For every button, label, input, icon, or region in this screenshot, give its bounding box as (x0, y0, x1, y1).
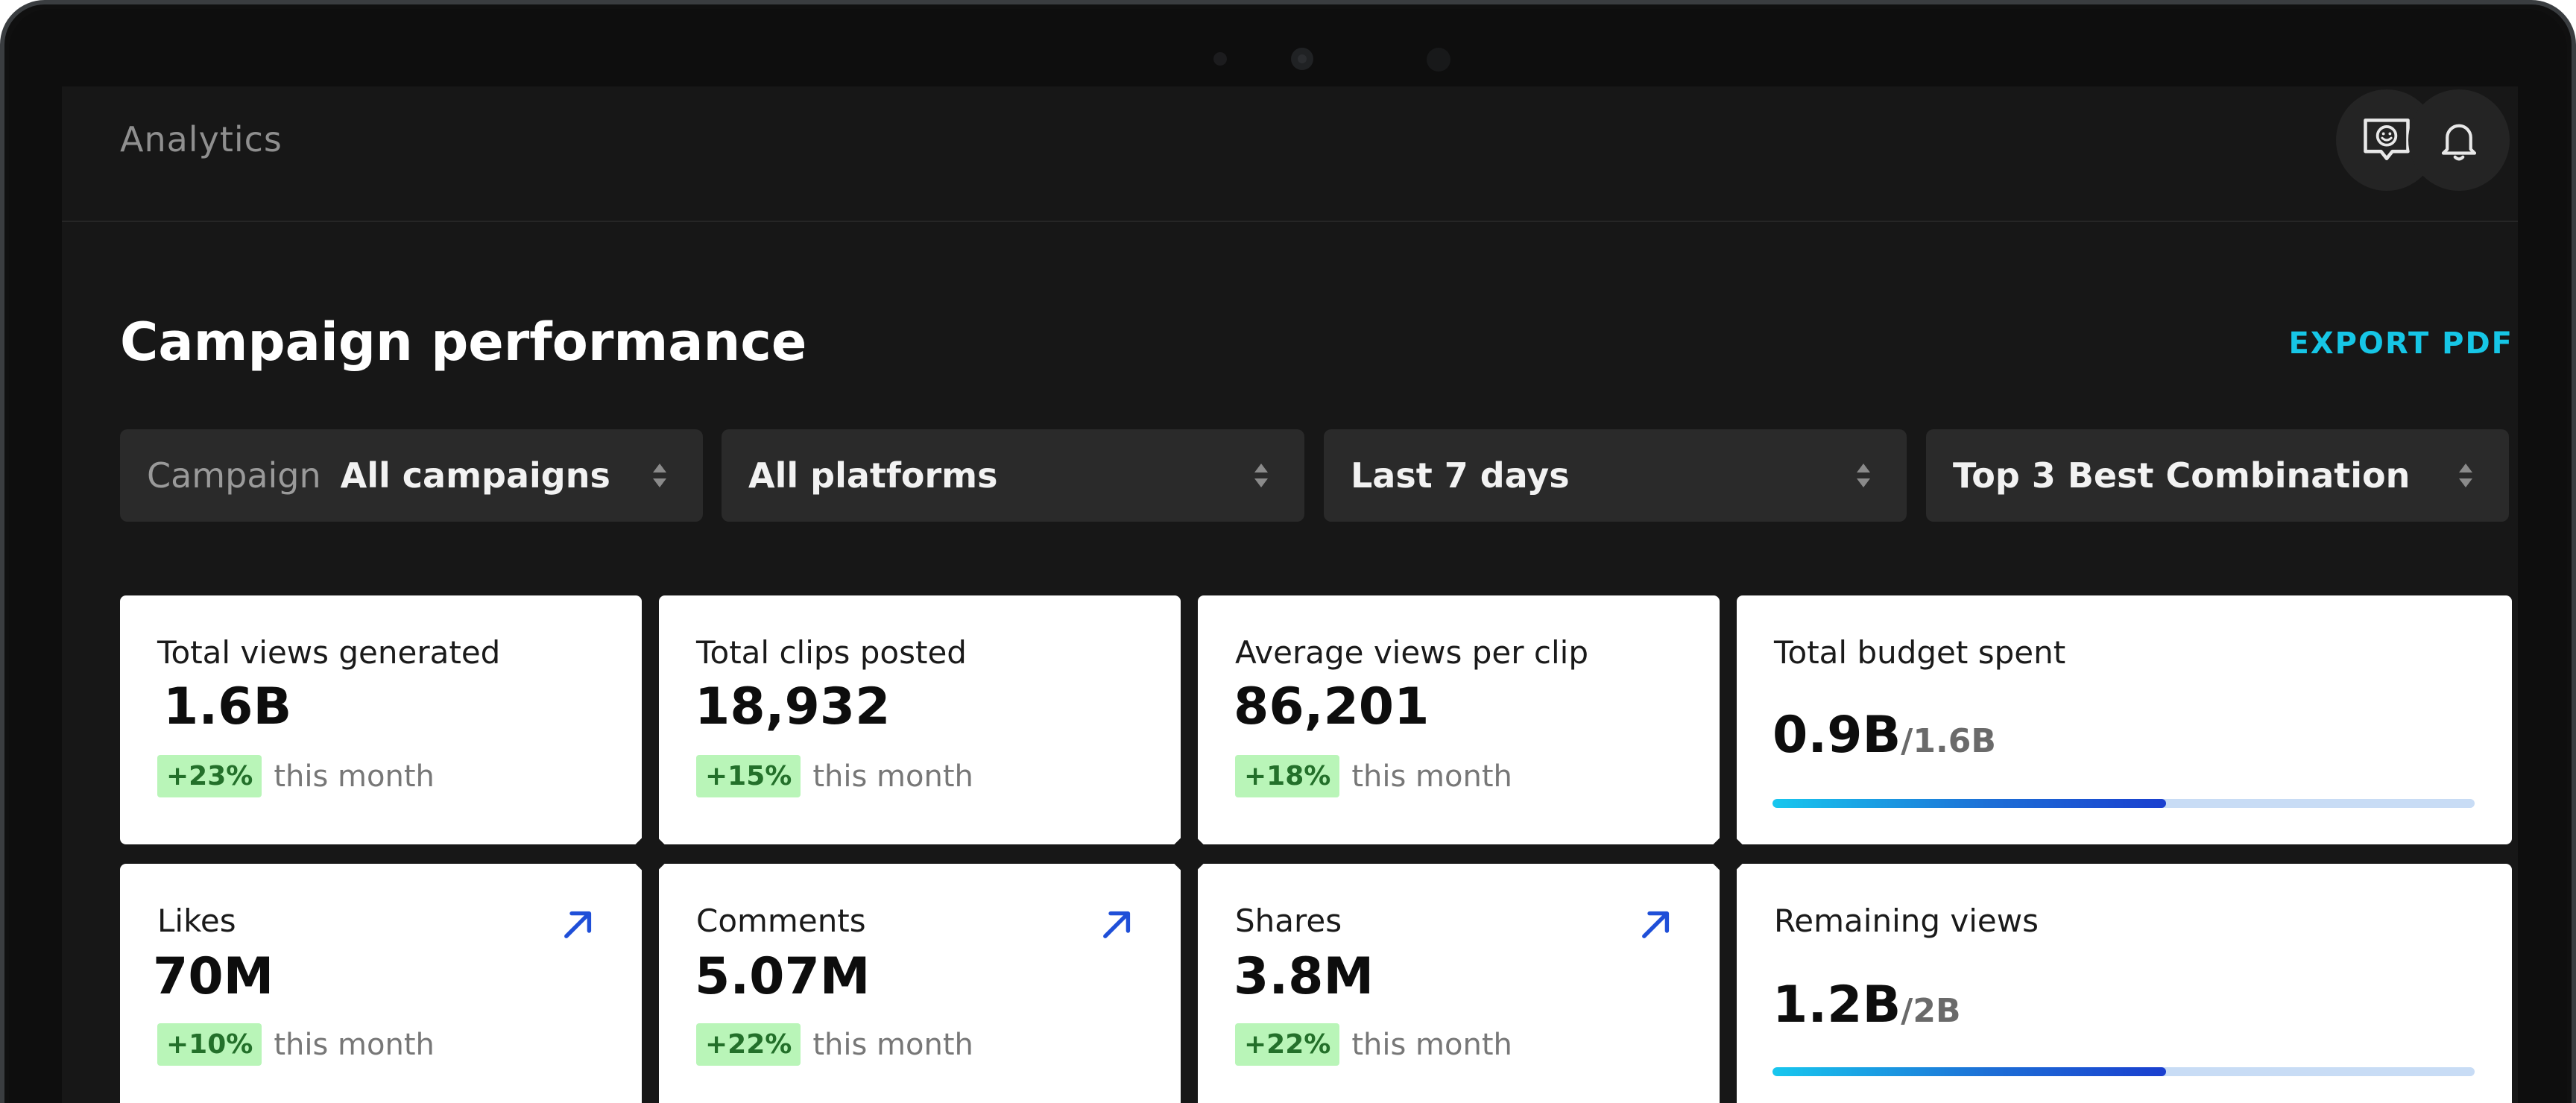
metric-label: Comments (696, 903, 866, 939)
metric-card-shares[interactable]: Shares 3.8M +22% this month (1198, 864, 1720, 1103)
top-bar: Analytics (62, 86, 2518, 222)
arrow-up-right-icon[interactable] (558, 904, 599, 944)
select-stepper-icon (1254, 464, 1268, 487)
sensor-dot (1213, 52, 1227, 66)
metric-value: 86,201 (1234, 677, 1430, 736)
remaining-value-group: 1.2B/2B (1772, 976, 1961, 1034)
combination-filter-select[interactable]: Top 3 Best Combination (1926, 429, 2509, 522)
metric-card-likes[interactable]: Likes 70M +10% this month (120, 864, 642, 1103)
metric-delta: +15% this month (696, 755, 973, 797)
camera-lens (1291, 48, 1313, 70)
arrow-up-right-icon[interactable] (1636, 904, 1676, 944)
metric-label: Total clips posted (696, 634, 967, 671)
campaign-filter-select[interactable]: Campaign All campaigns (120, 429, 703, 522)
delta-period: this month (1351, 759, 1512, 794)
budget-progress-fill (1772, 799, 2166, 808)
metric-card-total-views: Total views generated 1.6B +23% this mon… (120, 595, 642, 844)
delta-period: this month (812, 1027, 973, 1062)
metric-card-comments[interactable]: Comments 5.07M +22% this month (659, 864, 1181, 1103)
metric-card-avg-views: Average views per clip 86,201 +18% this … (1198, 595, 1720, 844)
metric-delta: +22% this month (1235, 1023, 1512, 1066)
select-stepper-icon (1857, 464, 1870, 487)
app-screen: Analytics Campaign performance EXPORT PD… (62, 86, 2518, 1103)
delta-badge: +22% (696, 1023, 801, 1066)
metric-card-total-clips: Total clips posted 18,932 +15% this mont… (659, 595, 1181, 844)
delta-badge: +15% (696, 755, 801, 797)
sensor-dot (1427, 48, 1450, 72)
budget-card: Total budget spent 0.9B/1.6B (1737, 595, 2512, 844)
delta-period: this month (812, 759, 973, 794)
arrow-up-right-icon[interactable] (1097, 904, 1137, 944)
metric-label: Total views generated (157, 634, 501, 671)
metric-label: Average views per clip (1235, 634, 1588, 671)
page-title: Campaign performance (120, 312, 807, 373)
remaining-total: /2B (1901, 992, 1961, 1030)
delta-period: this month (1351, 1027, 1512, 1062)
budget-total: /1.6B (1901, 722, 1996, 760)
export-pdf-button[interactable]: EXPORT PDF (2288, 326, 2513, 361)
metric-delta: +22% this month (696, 1023, 973, 1066)
budget-spent: 0.9B (1772, 706, 1901, 765)
filter-value: All campaigns (340, 455, 610, 496)
delta-period: this month (274, 1027, 435, 1062)
remaining-label: Remaining views (1774, 903, 2039, 939)
filter-label: Campaign (147, 455, 321, 496)
app-title: Analytics (120, 119, 282, 159)
feedback-chat-icon (2364, 118, 2410, 160)
device-frame: Analytics Campaign performance EXPORT PD… (0, 0, 2576, 1103)
date-range-filter-select[interactable]: Last 7 days (1324, 429, 1907, 522)
delta-badge: +18% (1235, 755, 1340, 797)
budget-label: Total budget spent (1774, 634, 2066, 671)
delta-badge: +22% (1235, 1023, 1340, 1066)
remaining-views-card: Remaining views 1.2B/2B (1737, 864, 2512, 1103)
delta-badge: +23% (157, 755, 262, 797)
metric-label: Shares (1235, 903, 1342, 939)
metric-value: 5.07M (695, 947, 871, 1006)
delta-badge: +10% (157, 1023, 262, 1066)
metric-label: Likes (157, 903, 236, 939)
budget-value-group: 0.9B/1.6B (1772, 706, 1996, 765)
select-stepper-icon (2459, 464, 2472, 487)
remaining-value: 1.2B (1772, 976, 1901, 1034)
notifications-button[interactable] (2408, 89, 2510, 191)
filter-value: Top 3 Best Combination (1953, 455, 2411, 496)
filter-value: All platforms (748, 455, 998, 496)
metric-delta: +10% this month (157, 1023, 435, 1066)
remaining-progress-track (1772, 1067, 2475, 1076)
metric-value: 1.6B (163, 677, 292, 736)
metric-delta: +23% this month (157, 755, 435, 797)
metric-value: 18,932 (695, 677, 891, 736)
delta-period: this month (274, 759, 435, 794)
remaining-progress-fill (1772, 1067, 2166, 1076)
select-stepper-icon (653, 464, 666, 487)
metric-delta: +18% this month (1235, 755, 1512, 797)
platform-filter-select[interactable]: All platforms (722, 429, 1304, 522)
metric-value: 70M (153, 947, 274, 1006)
metric-value: 3.8M (1234, 947, 1374, 1006)
filter-value: Last 7 days (1351, 455, 1570, 496)
bell-icon (2441, 124, 2477, 161)
budget-progress-track (1772, 799, 2475, 808)
